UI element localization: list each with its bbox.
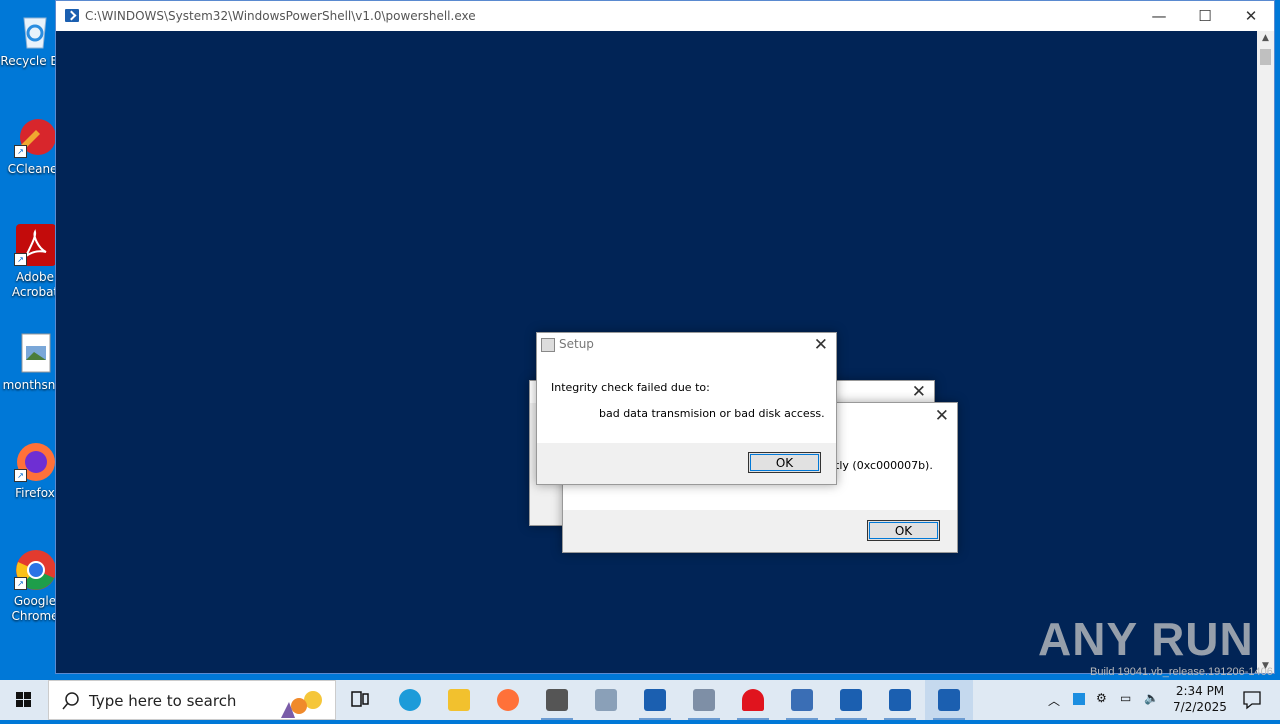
taskbar-app-heart[interactable]	[729, 680, 777, 720]
taskbar-app-edge[interactable]	[386, 680, 434, 720]
window-icon	[644, 689, 666, 711]
tray-app-icon[interactable]	[1070, 680, 1088, 720]
shortcut-arrow-icon: ↗	[14, 145, 27, 158]
computers-icon	[791, 689, 813, 711]
show-hidden-icons-button[interactable]: ︿	[1046, 680, 1062, 720]
network-tray-button[interactable]: ▭	[1118, 680, 1136, 720]
shortcut-arrow-icon: ↗	[14, 577, 27, 590]
taskbar-app-window-2[interactable]	[876, 680, 924, 720]
close-icon[interactable]: ✕	[814, 336, 828, 354]
window-icon	[889, 689, 911, 711]
dialog-titlebar: Setup ✕	[537, 333, 836, 357]
build-string: Build 19041.vb_release.191206-1406	[1090, 666, 1273, 678]
installer-icon	[693, 689, 715, 711]
chrome-icon: ↗	[14, 548, 56, 590]
ok-button[interactable]: OK	[867, 520, 940, 541]
taskbar-app-window-1[interactable]	[631, 680, 679, 720]
powershell-icon	[840, 689, 862, 711]
network-icon: ▭	[1120, 691, 1132, 705]
chevron-up-icon: ︿	[1048, 694, 1061, 708]
message-line-2: bad data transmision or bad disk access.	[599, 407, 825, 420]
action-center-button[interactable]	[1232, 680, 1272, 720]
message-line-1: Integrity check failed due to:	[551, 381, 710, 394]
edge-icon	[399, 689, 421, 711]
close-icon[interactable]: ✕	[935, 407, 949, 425]
folder-icon	[448, 689, 470, 711]
tray-status-icon-glyph: ⚙	[1096, 691, 1107, 705]
powershell-icon	[65, 9, 79, 22]
search-highlight-icon	[281, 691, 322, 718]
network-icon	[595, 689, 617, 711]
task-view-icon	[351, 691, 369, 707]
dialog-title: Setup	[559, 337, 594, 351]
dialog-footer: OK	[537, 443, 836, 484]
shortcut-arrow-icon: ↗	[14, 469, 27, 482]
clock[interactable]: 2:34 PM 7/2/2025	[1160, 683, 1240, 715]
volume-icon: 🔈	[1144, 691, 1159, 705]
taskbar-app-tool[interactable]	[533, 680, 581, 720]
heart-icon	[742, 689, 764, 711]
taskbar-app-explorer[interactable]	[435, 680, 483, 720]
hammer-icon	[546, 689, 568, 711]
dialog-footer: OK	[563, 510, 957, 552]
setup-icon	[541, 338, 555, 352]
taskbar-app-window-3[interactable]	[925, 680, 973, 720]
firefox-icon	[497, 689, 519, 711]
search-placeholder: Type here to search	[89, 692, 237, 710]
tray-status-icon[interactable]: ⚙	[1094, 680, 1112, 720]
window-title: C:\WINDOWS\System32\WindowsPowerShell\v1…	[85, 9, 476, 23]
window-icon	[938, 689, 960, 711]
taskbar: Type here to search ︿ ⚙ ▭ 🔈 2:34 PM 7/2/…	[0, 680, 1280, 720]
adobe-acrobat-icon: ↗	[14, 224, 56, 266]
volume-tray-button[interactable]: 🔈	[1142, 680, 1160, 720]
clock-date: 7/2/2025	[1173, 700, 1227, 714]
tray-blue-icon	[1073, 693, 1085, 705]
maximize-button[interactable]: ☐	[1182, 1, 1228, 31]
setup-dialog[interactable]: Setup ✕ Integrity check failed due to: b…	[536, 332, 837, 485]
minimize-button[interactable]: —	[1136, 1, 1182, 31]
anyrun-watermark: ANY RUN	[1038, 613, 1254, 665]
taskbar-app-powershell[interactable]	[827, 680, 875, 720]
notification-icon	[1243, 691, 1261, 710]
error-message: ctly (0xc000007b).	[829, 459, 933, 472]
taskbar-app-firefox[interactable]	[484, 680, 532, 720]
ccleaner-icon: ↗	[14, 116, 56, 158]
scrollbar-thumb[interactable]	[1260, 49, 1271, 65]
clock-time: 2:34 PM	[1175, 684, 1225, 698]
ok-button[interactable]: OK	[748, 452, 821, 473]
image-file-icon	[14, 332, 56, 374]
taskbar-app-computers[interactable]	[778, 680, 826, 720]
powershell-titlebar[interactable]: C:\WINDOWS\System32\WindowsPowerShell\v1…	[56, 1, 1274, 31]
search-icon	[62, 692, 79, 710]
taskbar-app-network[interactable]	[582, 680, 630, 720]
start-button[interactable]	[0, 680, 48, 720]
taskbar-app-installer[interactable]	[680, 680, 728, 720]
windows-logo-icon	[16, 692, 31, 707]
search-box[interactable]: Type here to search	[48, 680, 336, 720]
vertical-scrollbar[interactable]: ▲ ▼	[1257, 31, 1274, 673]
task-view-button[interactable]	[336, 680, 384, 720]
shortcut-arrow-icon: ↗	[14, 253, 27, 266]
scroll-up-icon[interactable]: ▲	[1257, 33, 1274, 43]
close-icon[interactable]: ✕	[912, 383, 926, 401]
recycle-bin-icon	[14, 8, 56, 50]
close-button[interactable]: ✕	[1228, 1, 1274, 31]
firefox-icon: ↗	[14, 440, 56, 482]
